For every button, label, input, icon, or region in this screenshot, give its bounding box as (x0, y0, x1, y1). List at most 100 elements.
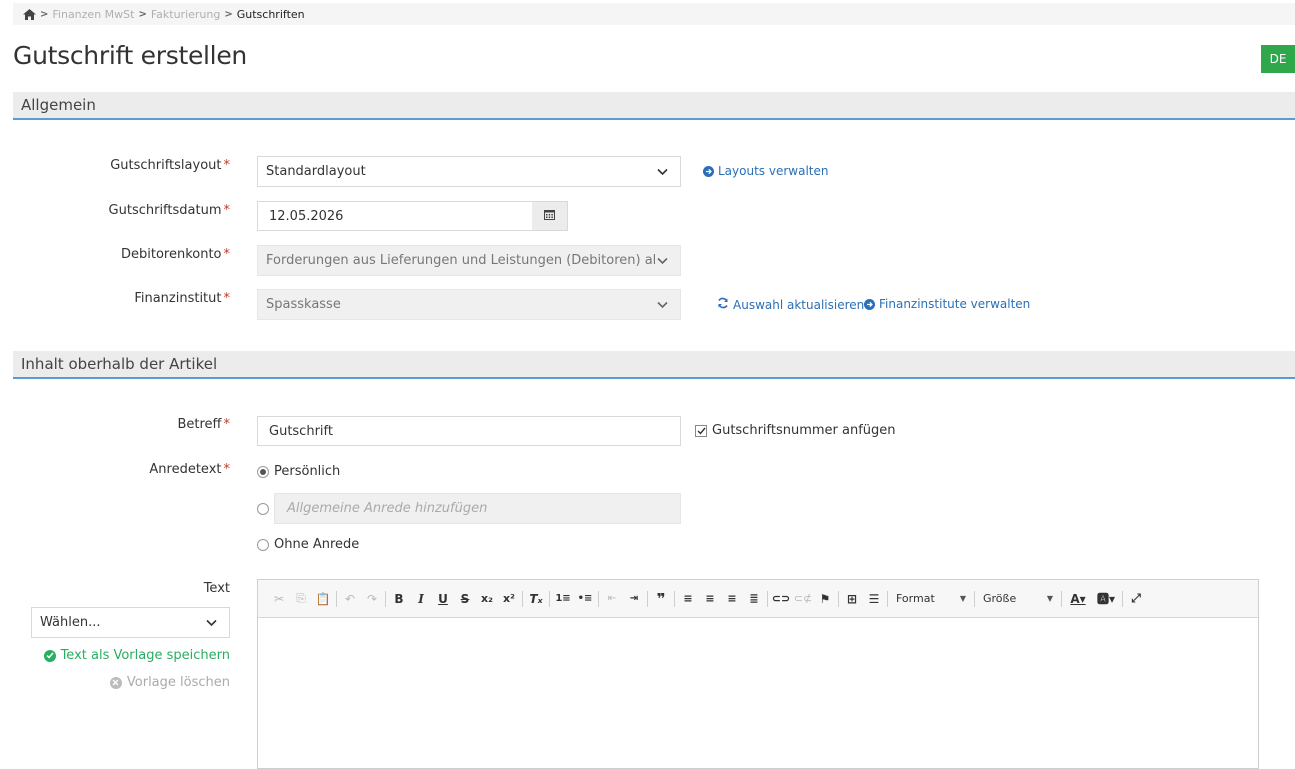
save-template-label: Text als Vorlage speichern (60, 648, 230, 663)
size-dropdown[interactable]: Größe ▼ (977, 588, 1059, 610)
debtor-select[interactable]: Forderungen aus Lieferungen und Leistung… (257, 245, 681, 276)
layout-select[interactable]: Standardlayout (257, 156, 681, 187)
calendar-icon (544, 209, 555, 224)
align-center-icon[interactable]: ≡ (699, 588, 721, 610)
format-dropdown[interactable]: Format ▼ (890, 588, 972, 610)
background-color-icon[interactable]: 🅰▾ (1092, 588, 1120, 610)
bank-label: Finanzinstitut * (134, 291, 230, 306)
debtor-label: Debitorenkonto * (120, 247, 230, 262)
align-right-icon[interactable]: ≡ (721, 588, 743, 610)
save-template-link[interactable]: Text als Vorlage speichern (43, 648, 230, 663)
salutation-personal-option[interactable]: Persönlich (257, 464, 340, 479)
section-header-general: Allgemein (13, 92, 1295, 120)
general-salutation-placeholder: Allgemeine Anrede hinzufügen (287, 501, 488, 516)
blockquote-icon[interactable]: ❞ (650, 588, 672, 610)
salutation-personal-radio[interactable] (257, 465, 269, 478)
template-select-value: Wählen... (40, 615, 101, 630)
breadcrumb-item-finanzen[interactable]: Finanzen MwSt (52, 8, 134, 21)
salutation-none-radio[interactable] (257, 538, 269, 551)
indent-icon[interactable]: ⇥ (623, 588, 645, 610)
horizontal-line-icon[interactable]: ☰ (863, 588, 885, 610)
salutation-label: Anredetext * (149, 462, 230, 477)
salutation-general-option[interactable] (257, 503, 274, 515)
paste-icon[interactable]: 📋 (312, 588, 334, 610)
superscript-icon[interactable]: x² (498, 588, 520, 610)
salutation-personal-label: Persönlich (274, 464, 341, 479)
salutation-none-option[interactable]: Ohne Anrede (257, 537, 359, 552)
outdent-icon[interactable]: ⇤ (601, 588, 623, 610)
check-circle-icon (43, 649, 56, 662)
date-input[interactable]: 12.05.2026 (257, 201, 533, 231)
cut-icon[interactable]: ✂ (268, 588, 290, 610)
redo-icon[interactable]: ↷ (361, 588, 383, 610)
page-title: Gutschrift erstellen (13, 41, 247, 70)
bold-icon[interactable]: B (388, 588, 410, 610)
salutation-none-label: Ohne Anrede (274, 537, 360, 552)
chevron-right-icon: > (224, 8, 233, 20)
bank-select[interactable]: Spasskasse (257, 289, 681, 320)
chevron-down-icon (657, 301, 668, 308)
manage-layouts-label: Layouts verwalten (718, 164, 829, 178)
chevron-down-icon (657, 257, 668, 264)
section-header-content-above: Inhalt oberhalb der Artikel (13, 351, 1295, 379)
calendar-button[interactable] (532, 201, 568, 231)
language-button[interactable]: DE (1261, 45, 1295, 73)
unlink-icon[interactable]: ⊂⊄ (792, 588, 814, 610)
italic-icon[interactable]: I (410, 588, 432, 610)
close-circle-icon (109, 676, 122, 689)
append-number-option[interactable]: Gutschriftsnummer anfügen (695, 423, 896, 438)
date-label: Gutschriftsdatum * (108, 203, 230, 218)
chevron-right-icon: > (138, 8, 147, 20)
anchor-flag-icon[interactable]: ⚑ (814, 588, 836, 610)
breadcrumb-item-gutschriften[interactable]: Gutschriften (237, 8, 305, 21)
rich-text-editor: ✂ ⎘ 📋 ↶ ↷ B I U S x₂ x² Tₓ 1≡ •≡ ⇤ ⇥ ❞ ≡… (257, 579, 1259, 769)
refresh-selection-label: Auswahl aktualisieren (733, 297, 865, 312)
maximize-icon[interactable]: ⤢ (1125, 588, 1147, 610)
subject-input[interactable]: Gutschrift (257, 416, 681, 446)
size-dropdown-label: Größe (983, 592, 1017, 605)
delete-template-label: Vorlage löschen (126, 675, 230, 690)
subscript-icon[interactable]: x₂ (476, 588, 498, 610)
arrow-right-circle-icon (703, 165, 714, 177)
copy-icon[interactable]: ⎘ (290, 588, 312, 610)
chevron-down-icon (657, 168, 668, 175)
debtor-select-value: Forderungen aus Lieferungen und Leistung… (266, 253, 656, 268)
delete-template-link[interactable]: Vorlage löschen (109, 675, 230, 690)
numbered-list-icon[interactable]: 1≡ (552, 588, 574, 610)
template-select[interactable]: Wählen... (31, 607, 230, 638)
align-justify-icon[interactable]: ≣ (743, 588, 765, 610)
layout-select-value: Standardlayout (266, 164, 366, 179)
bulleted-list-icon[interactable]: •≡ (574, 588, 596, 610)
manage-banks-label: Finanzinstitute verwalten (879, 297, 1031, 311)
manage-banks-link[interactable]: Finanzinstitute verwalten (864, 297, 1030, 311)
chevron-down-icon (206, 619, 217, 626)
general-salutation-input[interactable]: Allgemeine Anrede hinzufügen (274, 493, 681, 524)
strikethrough-icon[interactable]: S (454, 588, 476, 610)
link-icon[interactable]: ⊂⊃ (770, 588, 792, 610)
arrow-right-circle-icon (864, 298, 875, 310)
salutation-general-radio[interactable] (257, 503, 269, 515)
append-number-checkbox[interactable] (695, 424, 707, 437)
undo-icon[interactable]: ↶ (339, 588, 361, 610)
remove-format-icon[interactable]: Tₓ (525, 588, 547, 610)
breadcrumb: > Finanzen MwSt > Fakturierung > Gutschr… (13, 3, 1295, 25)
subject-label: Betreff * (177, 417, 230, 432)
text-label: Text (203, 581, 230, 596)
chevron-right-icon: > (40, 8, 49, 20)
manage-layouts-link[interactable]: Layouts verwalten (703, 164, 828, 178)
append-number-label: Gutschriftsnummer anfügen (712, 423, 896, 438)
refresh-icon (717, 297, 729, 312)
align-left-icon[interactable]: ≡ (677, 588, 699, 610)
format-dropdown-label: Format (896, 592, 935, 605)
table-icon[interactable]: ⊞ (841, 588, 863, 610)
editor-toolbar: ✂ ⎘ 📋 ↶ ↷ B I U S x₂ x² Tₓ 1≡ •≡ ⇤ ⇥ ❞ ≡… (258, 580, 1258, 618)
bank-select-value: Spasskasse (266, 297, 341, 312)
refresh-selection-link[interactable]: Auswahl aktualisieren (717, 297, 864, 312)
underline-icon[interactable]: U (432, 588, 454, 610)
subject-value: Gutschrift (269, 423, 333, 439)
date-value: 12.05.2026 (269, 208, 344, 224)
home-icon[interactable] (23, 8, 36, 20)
text-color-icon[interactable]: A▾ (1064, 588, 1092, 610)
editor-content-area[interactable] (258, 618, 1258, 768)
breadcrumb-item-fakturierung[interactable]: Fakturierung (151, 8, 221, 21)
